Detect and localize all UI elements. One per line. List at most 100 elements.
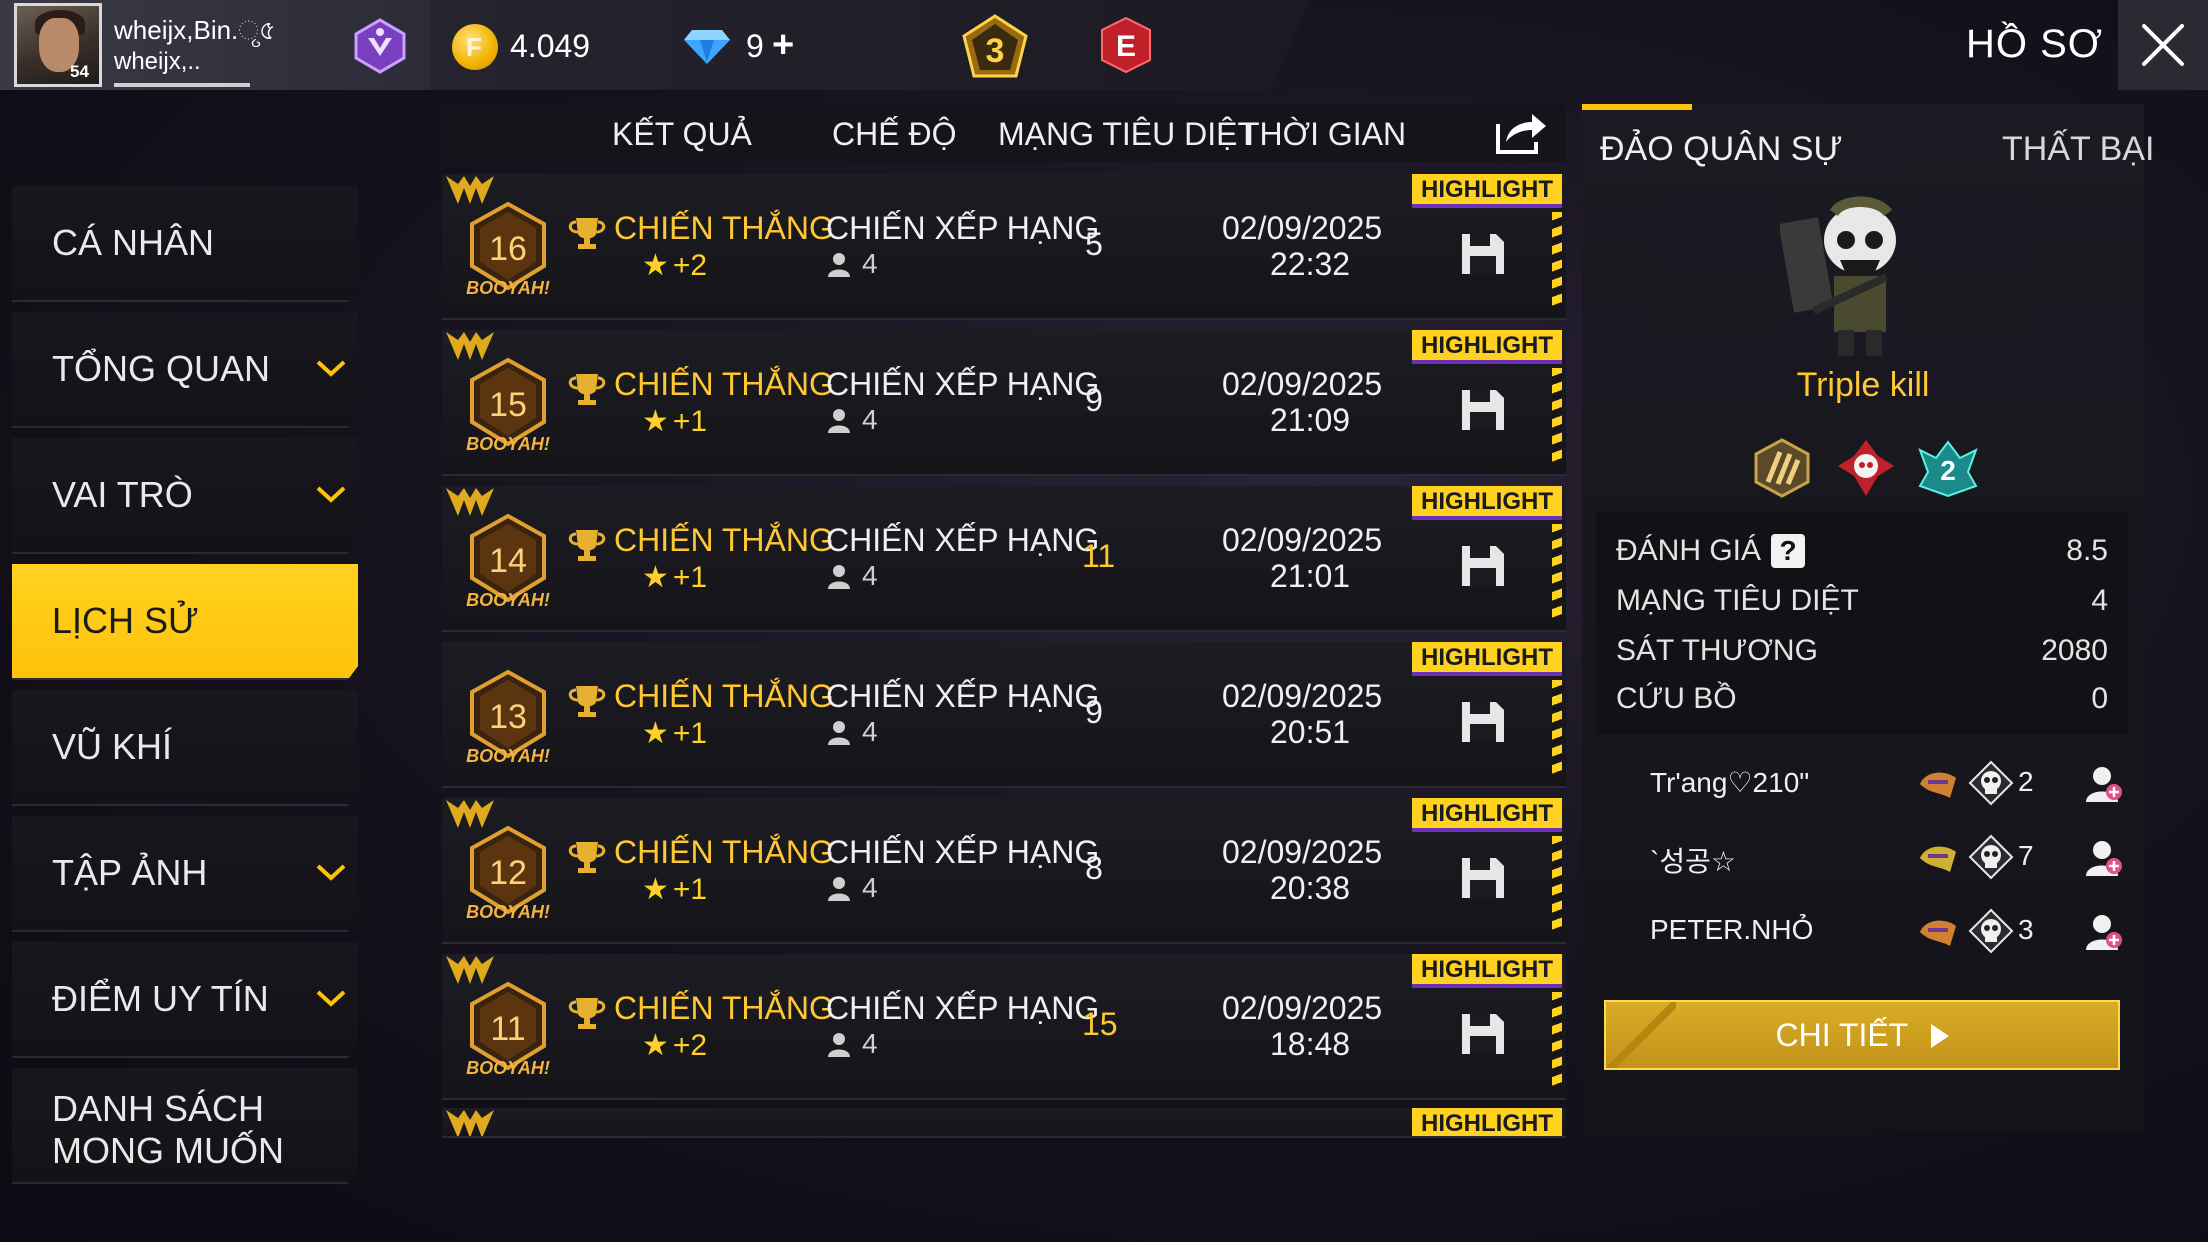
page-title: HỒ SƠ [1966,22,2104,66]
match-date: 02/09/2025 [1222,522,1383,558]
highlight-tag[interactable]: HIGHLIGHT [1412,174,1562,208]
match-date: 02/09/2025 [1222,990,1383,1026]
table-row[interactable]: HIGHLIGHT [442,1108,1566,1138]
chevron-down-icon [316,486,346,503]
close-icon [2142,24,2184,66]
sidebar-item-danh-sach-mong-muon[interactable]: DANH SÁCH MONG MUỐN [12,1068,358,1184]
skull-icon [1968,908,2014,954]
match-date: 02/09/2025 [1222,366,1383,402]
trophy-icon [568,530,606,561]
booyah-label: BOOYAH! [466,278,550,298]
table-row[interactable]: 11 BOOYAH! CHIẾN THẮNG ★ +2 CHIẾN XẾP HẠN… [442,954,1566,1100]
kill-count: 15 [1082,1006,1118,1042]
points-value: +2 [672,1029,708,1062]
save-replay-icon[interactable] [1458,698,1508,746]
trophy-icon [568,998,606,1029]
rank-points: ★ +1 [642,560,707,595]
table-row[interactable]: 12 BOOYAH! CHIẾN THẮNG ★ +1 CHIẾN XẾP HẠN… [442,798,1566,944]
stat-label-rating: ĐÁNH GIÁ? [1616,534,1806,568]
squad-count: 4 [862,404,878,435]
match-result: CHIẾN THẮNG [614,678,834,714]
claw-medal-icon[interactable] [1750,436,1814,500]
match-result: CHIẾN THẮNG [614,990,834,1026]
rank-points: ★ +2 [642,248,707,283]
points-value: +1 [672,873,708,906]
save-replay-icon[interactable] [1458,542,1508,590]
teammate-row[interactable]: `성공☆ 7 [1596,824,2128,894]
rank-points: ★ +1 [642,404,707,439]
stat-value-kills: 4 [2091,584,2108,617]
sidebar-item-lich-su[interactable]: LỊCH SỬ [12,564,358,680]
column-header-time: THỜI GIAN [1240,116,1407,152]
add-diamond-button[interactable]: + [772,24,794,67]
person-icon [828,877,850,901]
table-row[interactable]: 13 BOOYAH! CHIẾN THẮNG ★ +1 CHIẾN XẾP HẠN… [442,642,1566,788]
squad-size: 4 [826,404,878,436]
details-button[interactable]: CHI TIẾT [1604,1000,2120,1070]
highlight-tag[interactable]: HIGHLIGHT [1412,954,1562,988]
match-mode: CHIẾN XẾP HẠNG [826,990,1100,1026]
highlight-stripe [1552,992,1562,1088]
match-mode: CHIẾN XẾP HẠNG [826,678,1100,714]
match-date: 02/09/2025 [1222,834,1383,870]
rank-emblem-icon[interactable] [350,16,410,76]
match-result: THẤT BẠI [2002,130,2155,168]
stat-value-rating: 8.5 [2066,534,2108,567]
sidebar-item-ca-nhan[interactable]: CÁ NHÂN [12,186,358,302]
sidebar-item-label: TỔNG QUAN [52,348,271,389]
panel-accent [1582,104,1692,110]
teammate-rank-icon [1920,846,1956,872]
highlight-tag[interactable]: HIGHLIGHT [1412,330,1562,364]
stat-label-kills: MẠNG TIÊU DIỆT [1616,584,1859,617]
points-value: +1 [672,405,708,438]
highlight-tag[interactable]: HIGHLIGHT [1412,798,1562,832]
table-row[interactable]: 16 BOOYAH! CHIẾN THẮNG ★ +2 CHIẾN XẾP HẠN… [442,174,1566,320]
highlight-tag[interactable]: HIGHLIGHT [1412,486,1562,520]
match-rank-number: 15 [489,386,527,424]
add-friend-icon[interactable] [2082,836,2124,878]
add-friend-icon[interactable] [2082,910,2124,952]
sidebar-item-label: ĐIỂM UY TÍN [52,978,269,1019]
match-mode: CHIẾN XẾP HẠNG [826,210,1100,246]
skull-medal-icon[interactable] [1834,436,1898,500]
close-button[interactable] [2118,0,2208,90]
play-arrow-icon [1930,1024,1949,1048]
save-replay-icon[interactable] [1458,1010,1508,1058]
sidebar-item-diem-uy-tin[interactable]: ĐIỂM UY TÍN [12,942,358,1058]
rank-e-badge-icon[interactable]: E [1100,16,1152,74]
highlight-tag[interactable]: HIGHLIGHT [1412,1108,1562,1136]
highlight-tag[interactable]: HIGHLIGHT [1412,642,1562,676]
match-time: 20:51 [1270,714,1351,750]
add-friend-icon[interactable] [2082,762,2124,804]
match-result: CHIẾN THẮNG [614,834,834,870]
rank-badge-icon[interactable]: 3 [960,14,1030,80]
person-icon [828,565,850,589]
share-icon[interactable] [1492,108,1550,156]
save-replay-icon[interactable] [1458,854,1508,902]
sidebar-item-vu-khi[interactable]: VŨ KHÍ [12,690,358,806]
save-replay-icon[interactable] [1458,230,1508,278]
svg-text:2: 2 [1940,455,1956,486]
sidebar-item-tong-quan[interactable]: TỔNG QUAN [12,312,358,428]
teammate-name: Tr'ang♡210" [1650,767,1810,798]
trophy-icon [568,218,606,249]
save-replay-icon[interactable] [1458,386,1508,434]
sidebar-item-vai-tro[interactable]: VAI TRÒ [12,438,358,554]
table-header: KẾT QUẢ CHẾ ĐỘ MẠNG TIÊU DIỆT THỜI GIAN [442,104,1566,162]
stat-label-revives: CỨU BỒ [1616,682,1737,715]
star-icon: ★ [642,249,669,282]
rank-points: ★ +1 [642,872,707,907]
table-row[interactable]: 15 BOOYAH! CHIẾN THẮNG ★ +1 CHIẾN XẾP HẠN… [442,330,1566,476]
teammate-row[interactable]: Tr'ang♡210" 2 [1596,750,2128,820]
trophy-icon [568,374,606,405]
booyah-badge-icon: 12 BOOYAH! [466,825,550,922]
help-icon[interactable]: ? [1771,534,1806,568]
rank-points: ★ +2 [642,1028,707,1063]
double-kill-medal-icon[interactable]: 2 [1916,436,1980,500]
svg-text:3: 3 [986,32,1005,70]
squad-count: 4 [862,716,878,747]
teammate-row[interactable]: PETER.NHỎ 3 [1596,898,2128,968]
teammate-name: `성공☆ [1650,846,1736,877]
table-row[interactable]: 14 BOOYAH! CHIẾN THẮNG ★ +1 CHIẾN XẾP HẠN… [442,486,1566,632]
sidebar-item-tap-anh[interactable]: TẬP ẢNH [12,816,358,932]
